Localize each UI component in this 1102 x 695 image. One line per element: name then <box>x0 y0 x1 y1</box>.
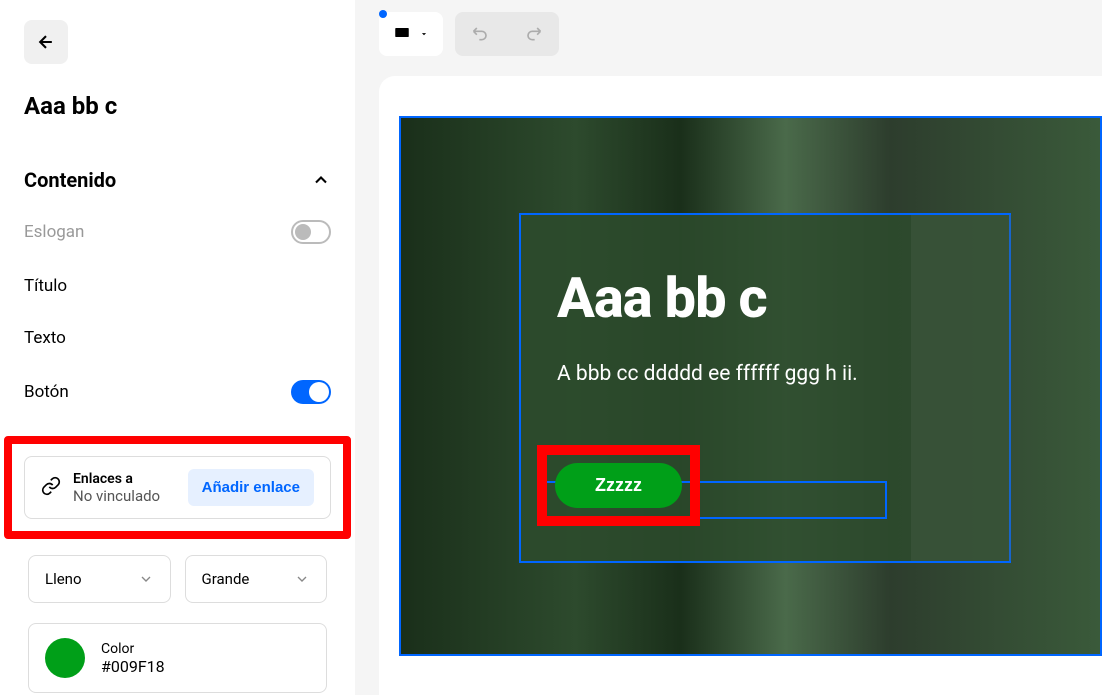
arrow-left-icon <box>36 32 56 52</box>
link-info: Enlaces a No vinculado <box>73 471 176 505</box>
chevron-up-icon <box>311 170 331 190</box>
titulo-row[interactable]: Título <box>24 276 331 296</box>
section-contenido-header[interactable]: Contenido <box>24 168 331 192</box>
link-card: Enlaces a No vinculado Añadir enlace <box>24 456 331 519</box>
toolbar <box>379 12 1102 56</box>
link-info-status: No vinculado <box>73 487 176 505</box>
chevron-down-icon <box>294 571 310 587</box>
boton-row: Botón <box>24 380 331 404</box>
color-card[interactable]: Color #009F18 <box>28 623 327 693</box>
eslogan-row: Eslogan <box>24 220 331 244</box>
section-contenido-label: Contenido <box>24 168 116 192</box>
eslogan-toggle[interactable] <box>291 220 331 244</box>
redo-button[interactable] <box>507 12 559 56</box>
sidebar-title: Aaa bb c <box>24 92 331 120</box>
redo-icon <box>523 23 543 43</box>
boton-label: Botón <box>24 382 69 402</box>
unsaved-indicator <box>379 10 387 18</box>
main-area: Aaa bb c A bbb cc ddddd ee ffffff ggg h … <box>355 0 1102 695</box>
size-select[interactable]: Grande <box>185 555 328 603</box>
titulo-label: Título <box>24 276 67 296</box>
fill-select[interactable]: Lleno <box>28 555 171 603</box>
desktop-icon <box>393 25 411 43</box>
button-highlight: Zzzzz <box>537 445 700 526</box>
back-button[interactable] <box>24 20 68 64</box>
hero-content-box[interactable]: Aaa bb c A bbb cc ddddd ee ffffff ggg h … <box>519 213 1011 563</box>
color-swatch <box>45 638 85 678</box>
hero-title[interactable]: Aaa bb c <box>557 265 1009 331</box>
undo-icon <box>471 23 491 43</box>
size-select-label: Grande <box>202 570 250 588</box>
link-icon <box>41 476 61 500</box>
sidebar: Aaa bb c Contenido Eslogan Título Texto … <box>0 0 355 695</box>
selects-row: Lleno Grande <box>24 555 331 603</box>
color-info-value: #009F18 <box>101 657 165 676</box>
texto-row[interactable]: Texto <box>24 328 331 348</box>
add-link-button[interactable]: Añadir enlace <box>188 469 314 506</box>
link-info-label: Enlaces a <box>73 471 176 487</box>
texto-label: Texto <box>24 328 66 348</box>
hero-button[interactable]: Zzzzz <box>555 463 682 508</box>
eslogan-label: Eslogan <box>24 222 84 242</box>
link-highlight: Enlaces a No vinculado Añadir enlace <box>4 436 351 539</box>
fill-select-label: Lleno <box>45 570 82 588</box>
caret-down-icon <box>419 29 429 39</box>
undo-button[interactable] <box>455 12 507 56</box>
undo-redo-group <box>455 12 559 56</box>
canvas[interactable]: Aaa bb c A bbb cc ddddd ee ffffff ggg h … <box>379 76 1102 695</box>
hero-section[interactable]: Aaa bb c A bbb cc ddddd ee ffffff ggg h … <box>399 116 1102 656</box>
device-selector[interactable] <box>379 12 443 56</box>
color-info-label: Color <box>101 641 165 657</box>
hero-text[interactable]: A bbb cc ddddd ee ffffff ggg h ii. <box>557 359 877 391</box>
color-info: Color #009F18 <box>101 641 165 676</box>
chevron-down-icon <box>138 571 154 587</box>
boton-toggle[interactable] <box>291 380 331 404</box>
